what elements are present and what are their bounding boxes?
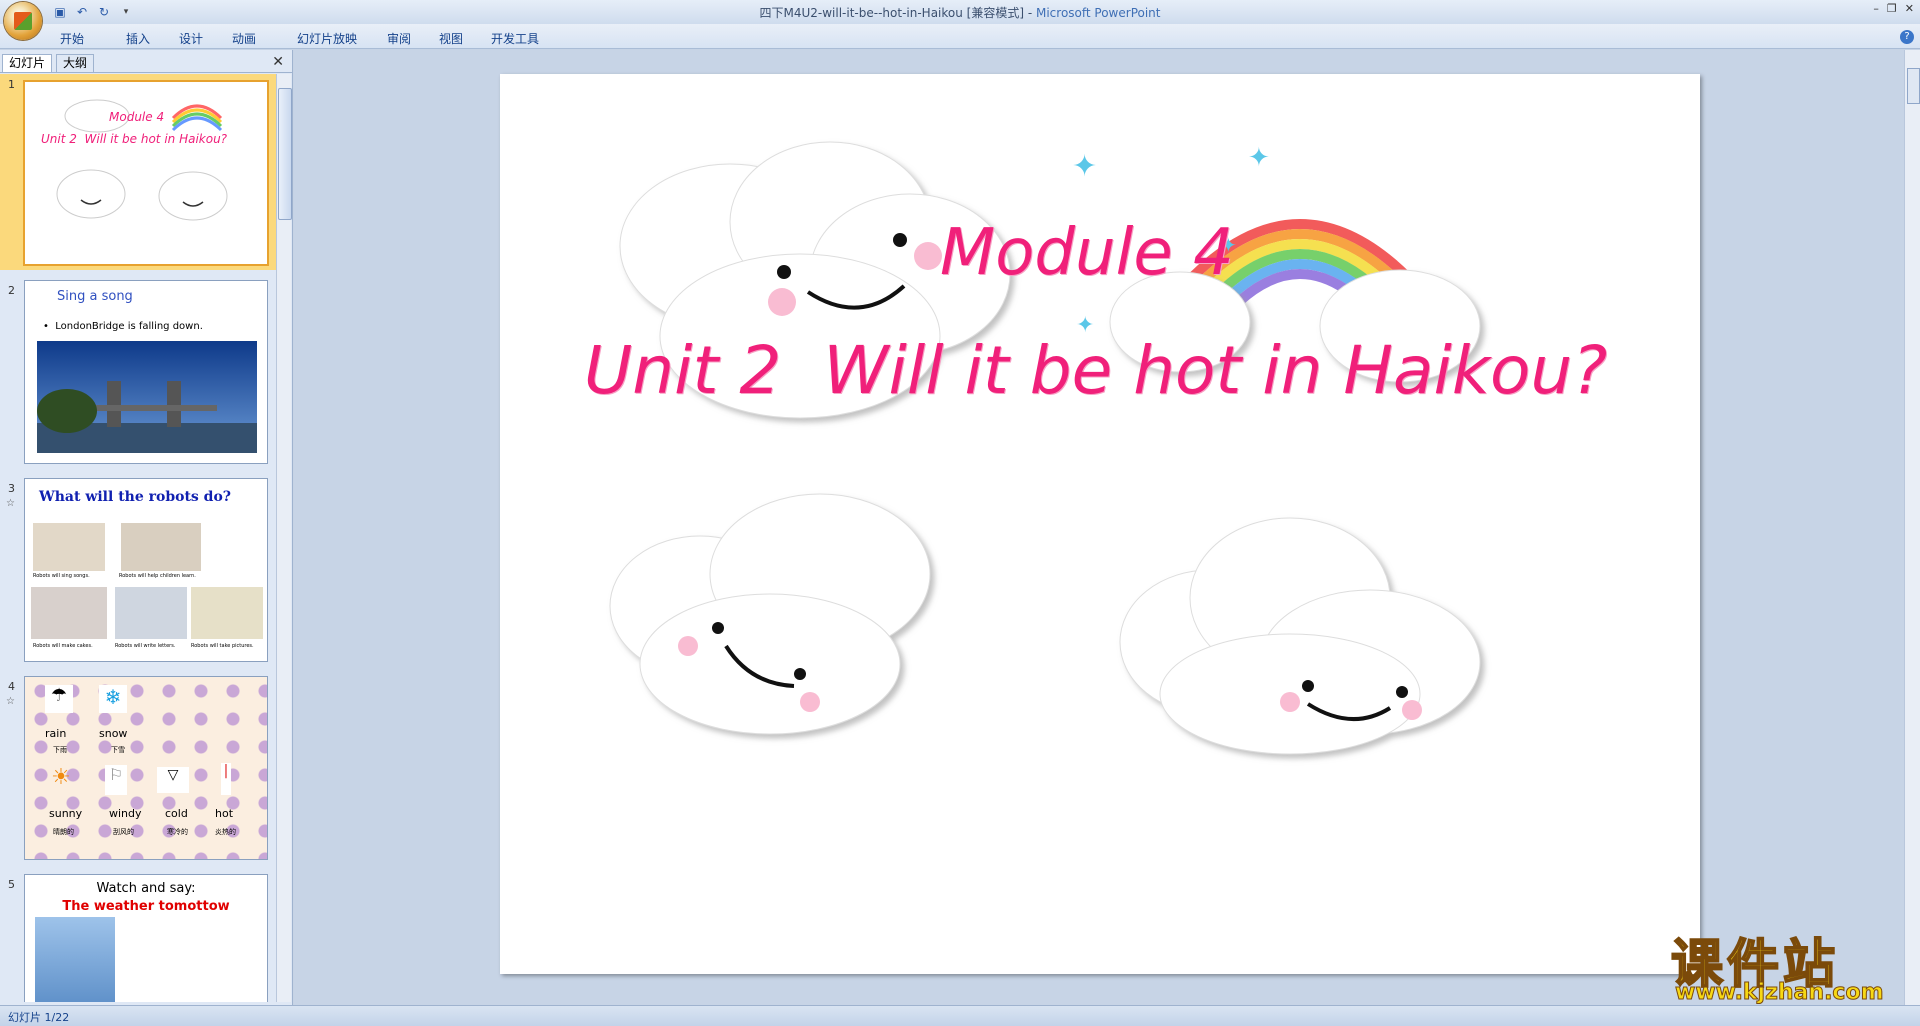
thumb-unit-title: Unit 2 Will it be hot in Haikou? — [41, 132, 228, 146]
london-bridge-photo — [37, 341, 257, 453]
help-icon[interactable]: ? — [1900, 30, 1914, 44]
window-controls: – ❐ ✕ — [1873, 2, 1914, 15]
word-en: windy — [109, 807, 142, 820]
tab-design[interactable]: 设计 — [179, 30, 232, 47]
word-en: sunny — [49, 807, 83, 820]
thumbnail-slide-4[interactable]: 4 ☆ ☂ ❄ rain snow 下雨 下雪 ☀ ⚐ ▽ | sunny wi… — [0, 676, 276, 866]
svg-text:✦: ✦ — [1072, 149, 1097, 184]
ribbon: 开始 插入 设计 动画 幻灯片放映 审阅 视图 开发工具 ? — [0, 24, 1920, 49]
slide-module-title[interactable]: Module 4 — [940, 216, 1234, 290]
robot-caption: Robots will sing songs. — [33, 573, 90, 579]
sun-icon: ☀ — [51, 765, 71, 790]
thumbnail-slide-5[interactable]: 5 Watch and say: The weather tomottow — [0, 874, 276, 1002]
window-title: 四下M4U2-will-it-be--hot-in-Haikou [兼容模式] … — [0, 4, 1920, 21]
wind-flag-icon: ⚐ — [105, 765, 127, 795]
word-zh: 晴朗的 — [53, 828, 74, 836]
minimize-icon[interactable]: – — [1873, 2, 1879, 15]
thumbnail-list[interactable]: 1 Module 4 Unit 2 Will it be hot in Haik… — [0, 74, 276, 1002]
word-en: hot — [215, 807, 234, 820]
office-logo-icon — [14, 12, 32, 30]
slide-number: 5 — [8, 878, 15, 891]
robot-caption: Robots will take pictures. — [191, 643, 254, 649]
panel-tabs: 幻灯片 大纲 ✕ — [0, 52, 292, 73]
robot-caption: Robots will write letters. — [115, 643, 176, 649]
word-zh: 炎热的 — [215, 828, 236, 836]
thumbnail-slide-1[interactable]: 1 Module 4 Unit 2 Will it be hot in Haik… — [0, 74, 276, 270]
robot-caption: Robots will help children learn. — [119, 573, 196, 579]
word-zh: 刮风的 — [113, 828, 134, 836]
thumbnail-slide-2[interactable]: 2 Sing a song • LondonBridge is falling … — [0, 280, 276, 470]
slide-preview: ☂ ❄ rain snow 下雨 下雪 ☀ ⚐ ▽ | sunny windy … — [24, 676, 268, 860]
watermark-url: www.kjzhan.com — [1675, 980, 1885, 1006]
word-en: rain — [45, 727, 67, 740]
word-zh: 寒冷的 — [167, 828, 188, 836]
tab-view[interactable]: 视图 — [439, 30, 491, 47]
tab-animations[interactable]: 动画 — [232, 30, 297, 47]
robot-image — [191, 587, 263, 639]
site-watermark: 课件站 www.kjzhan.com — [1665, 922, 1905, 1006]
robot-image — [31, 587, 107, 639]
tab-review[interactable]: 审阅 — [387, 30, 439, 47]
rain-icon: ☂ — [45, 685, 73, 713]
thumb-slide-title: What will the robots do? — [39, 489, 232, 505]
animation-star-icon: ☆ — [6, 498, 15, 509]
restore-icon[interactable]: ❐ — [1887, 2, 1897, 15]
title-bar: ▣ ↶ ↻ ▾ 四下M4U2-will-it-be--hot-in-Haikou… — [0, 0, 1920, 40]
svg-text:✦: ✦ — [1248, 143, 1270, 173]
scroll-thumb[interactable] — [1907, 68, 1920, 104]
tab-slides[interactable]: 幻灯片 — [2, 54, 53, 72]
robot-caption: Robots will make cakes. — [33, 643, 93, 649]
slide-preview: What will the robots do? Robots will sin… — [24, 478, 268, 662]
robot-image — [121, 523, 201, 571]
slides-panel: 幻灯片 大纲 ✕ 1 Module 4 Unit 2 Will it be ho… — [0, 50, 293, 1005]
slide-number: 4 — [8, 680, 15, 693]
thumb-line-1: Watch and say: — [96, 881, 196, 896]
robot-photo — [35, 917, 115, 1002]
document-title: 四下M4U2-will-it-be--hot-in-Haikou [兼容模式] … — [759, 6, 1036, 20]
panel-close-icon[interactable]: ✕ — [272, 54, 284, 70]
cloud-bottom-left — [609, 493, 931, 735]
word-en: cold — [165, 807, 188, 820]
slide-unit-title[interactable]: Unit 2 Will it be hot in Haikou? — [584, 332, 1607, 409]
slide-number: 2 — [8, 284, 15, 297]
thumb-line-2: The weather tomottow — [62, 899, 230, 914]
slide-preview: Module 4 Unit 2 Will it be hot in Haikou… — [23, 80, 269, 266]
status-bar: 幻灯片 1/22 — [0, 1005, 1920, 1026]
tab-outline[interactable]: 大纲 — [56, 54, 95, 72]
animation-star-icon: ☆ — [6, 696, 15, 707]
slide-artwork: ✦ ✦ ✦ ✦ — [609, 141, 1481, 755]
slide-preview: Watch and say: The weather tomottow — [24, 874, 268, 1002]
slide-counter: 幻灯片 1/22 — [8, 1011, 70, 1024]
thumbnail-slide-3[interactable]: 3 ☆ What will the robots do? Robots will… — [0, 478, 276, 668]
panel-scrollbar[interactable] — [276, 74, 292, 1002]
tab-insert[interactable]: 插入 — [126, 30, 179, 47]
close-icon[interactable]: ✕ — [1905, 2, 1914, 15]
tab-developer[interactable]: 开发工具 — [491, 30, 561, 47]
icicle-icon: ▽ — [157, 767, 189, 793]
robot-image — [115, 587, 187, 639]
slide-number: 3 — [8, 482, 15, 495]
word-zh: 下雨 — [53, 746, 67, 754]
thumb-module-title: Module 4 — [109, 110, 165, 124]
slide-number: 1 — [8, 78, 15, 91]
scroll-thumb[interactable] — [278, 88, 292, 220]
word-zh: 下雪 — [111, 746, 125, 754]
thumb-slide-title: Sing a song — [57, 289, 133, 304]
thermometer-icon: | — [221, 763, 231, 795]
current-slide[interactable]: ✦ ✦ ✦ ✦ Module 4 Unit 2 Will it be hot i… — [500, 74, 1700, 974]
tab-home[interactable]: 开始 — [60, 30, 126, 47]
word-en: snow — [99, 727, 128, 740]
app-name: Microsoft PowerPoint — [1035, 6, 1161, 20]
robot-image — [33, 523, 105, 571]
office-button[interactable] — [4, 2, 42, 40]
tab-slideshow[interactable]: 幻灯片放映 — [297, 30, 387, 47]
snow-icon: ❄ — [99, 685, 127, 713]
cloud-bottom-right — [1119, 517, 1481, 755]
editor-scrollbar[interactable] — [1904, 50, 1920, 1005]
ribbon-tabs: 开始 插入 设计 动画 幻灯片放映 审阅 视图 开发工具 — [60, 30, 561, 47]
slide-preview: Sing a song • LondonBridge is falling do… — [24, 280, 268, 464]
thumb-bullet: • LondonBridge is falling down. — [43, 321, 203, 332]
